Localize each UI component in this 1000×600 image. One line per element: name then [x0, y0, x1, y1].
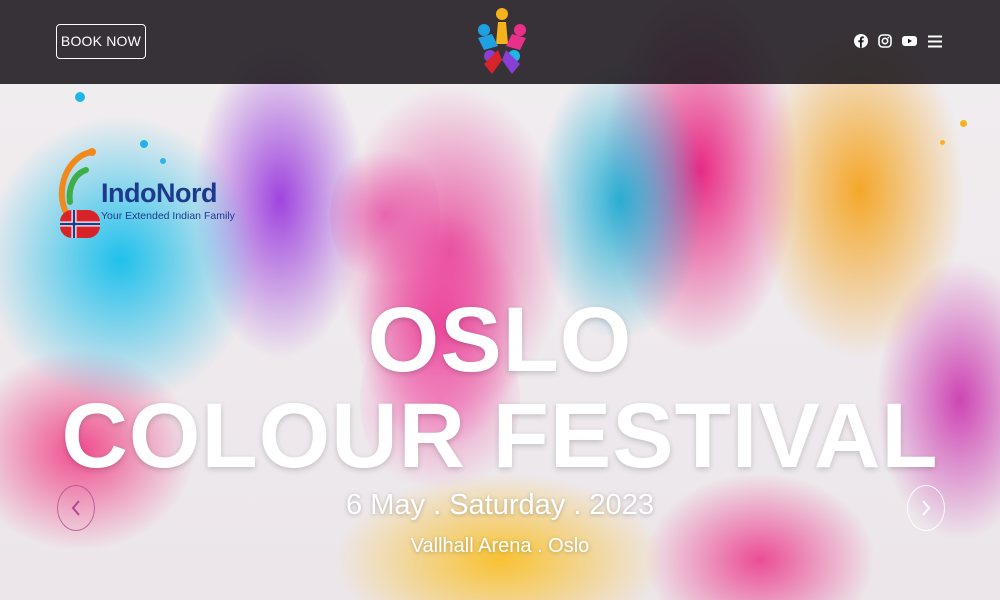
powder-particle [940, 140, 945, 145]
chevron-left-icon [71, 500, 80, 516]
indonord-logo[interactable]: IndoNord Your Extended Indian Family [52, 144, 235, 244]
youtube-icon[interactable] [902, 34, 917, 48]
carousel-prev-button[interactable] [57, 485, 95, 531]
powder-cloud [330, 140, 440, 290]
instagram-icon[interactable] [878, 34, 892, 48]
powder-particle [75, 92, 85, 102]
powder-particle [960, 120, 967, 127]
top-navigation-bar: BOOK NOW [0, 0, 1000, 84]
indonord-tagline: Your Extended Indian Family [101, 210, 235, 222]
hamburger-menu-icon[interactable] [928, 34, 942, 48]
hero-title-line-1: OSLO [367, 289, 633, 391]
hero-title-line-2: COLOUR FESTIVAL [61, 385, 939, 487]
book-now-button[interactable]: BOOK NOW [56, 24, 146, 59]
colourful-people-logo-icon[interactable] [470, 4, 534, 80]
chevron-right-icon [922, 500, 931, 516]
indonord-emblem-icon [58, 148, 100, 238]
carousel-next-button[interactable] [907, 485, 945, 531]
indonord-brand-name: IndoNord [101, 178, 217, 208]
facebook-icon[interactable] [854, 34, 868, 48]
event-date: 6 May . Saturday . 2023 [346, 489, 654, 521]
event-venue: Vallhall Arena . Oslo [410, 535, 590, 557]
